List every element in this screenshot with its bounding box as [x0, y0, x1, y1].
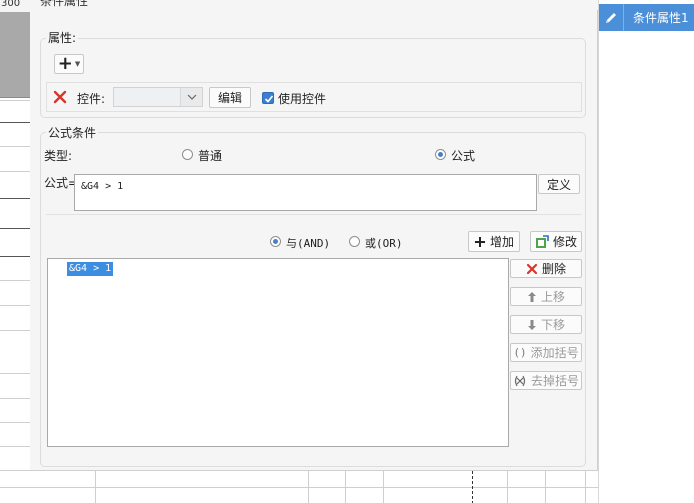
row-line [0, 305, 30, 306]
row-line [0, 280, 30, 281]
row-line [0, 146, 30, 147]
dialog-title: 条件属性 [40, 0, 89, 8]
modify-icon [535, 234, 549, 249]
row-line [0, 330, 30, 331]
define-button[interactable]: 定义 [538, 174, 580, 194]
type-formula-radio[interactable] [435, 149, 446, 160]
row-line [0, 398, 30, 399]
column-number: 300 [0, 0, 32, 12]
chevron-down-icon: ▼ [74, 60, 81, 68]
type-label: 类型: [44, 149, 73, 163]
type-formula-label: 公式 [451, 149, 476, 163]
logic-and-label: 与(AND) [286, 237, 331, 250]
row-line [0, 122, 30, 123]
row-line [0, 256, 30, 257]
formula-condition-title: 公式条件 [46, 124, 99, 141]
modify-condition-label: 修改 [552, 235, 577, 249]
delete-button[interactable]: 删除 [510, 259, 582, 278]
condition-attribute-item[interactable]: 条件属性1 [599, 4, 694, 31]
arrow-up-icon [527, 291, 537, 303]
delete-icon [526, 263, 538, 275]
condition-attribute-dialog: 条件属性 属性: + ▼ 控件: 编辑 使用控件 公式条件 类型: 普通 公式 … [30, 0, 598, 470]
remove-bracket-label: 去掉括号 [530, 374, 579, 388]
pencil-icon [599, 4, 624, 31]
use-control-checkbox[interactable] [262, 92, 274, 104]
row-line [0, 198, 30, 199]
divider [46, 214, 582, 215]
bracket-icon: () [513, 346, 527, 359]
type-normal-label: 普通 [198, 149, 223, 163]
attributes-group-title: 属性: [46, 29, 79, 46]
spreadsheet-bottom-rows [0, 470, 600, 503]
row-line [0, 422, 30, 423]
row-line [0, 373, 30, 374]
control-select[interactable] [113, 87, 203, 107]
formula-input[interactable]: &G4 > 1 [74, 174, 537, 211]
condition-attribute-label: 条件属性1 [633, 11, 689, 25]
row-line [0, 446, 30, 447]
add-condition-button[interactable]: 增加 [468, 231, 520, 252]
row-line [0, 228, 30, 229]
remove-bracket-button[interactable]: 去掉括号 [510, 371, 582, 390]
add-bracket-button[interactable]: () 添加括号 [510, 343, 582, 362]
add-bracket-label: 添加括号 [530, 346, 579, 360]
type-normal-radio[interactable] [182, 149, 193, 160]
use-control-label: 使用控件 [278, 92, 327, 106]
logic-and-radio[interactable] [270, 236, 281, 247]
move-up-label: 上移 [540, 290, 565, 304]
logic-or-label: 或(OR) [365, 237, 403, 250]
formula-value: &G4 > 1 [81, 181, 124, 192]
row-line [0, 100, 30, 101]
add-attribute-button[interactable]: + ▼ [54, 54, 84, 74]
delete-label: 删除 [541, 262, 566, 276]
edit-button[interactable]: 编辑 [209, 87, 251, 108]
column-header-area [0, 0, 32, 98]
move-down-button[interactable]: 下移 [510, 315, 582, 334]
remove-bracket-icon [513, 375, 527, 387]
add-condition-label: 增加 [489, 235, 514, 249]
formula-label: 公式= [44, 176, 79, 190]
condition-list-item[interactable]: &G4 > 1 [67, 262, 114, 276]
move-down-label: 下移 [540, 318, 565, 332]
logic-or-radio[interactable] [349, 236, 360, 247]
condition-list[interactable]: &G4 > 1 [47, 258, 509, 447]
row-line [0, 171, 30, 172]
plus-icon: + [57, 53, 73, 74]
modify-condition-button[interactable]: 修改 [530, 231, 582, 252]
control-label: 控件: [77, 92, 106, 106]
move-up-button[interactable]: 上移 [510, 287, 582, 306]
dialog-title-bar: 条件属性 [30, 0, 598, 10]
control-attribute-row: 控件: 编辑 使用控件 [46, 82, 582, 112]
dropdown-arrow-icon [180, 88, 202, 106]
condition-list-panel: 条件属性1 [598, 0, 694, 503]
remove-attribute-icon[interactable] [52, 89, 68, 108]
arrow-down-icon [527, 319, 537, 331]
plus-icon [474, 236, 486, 248]
